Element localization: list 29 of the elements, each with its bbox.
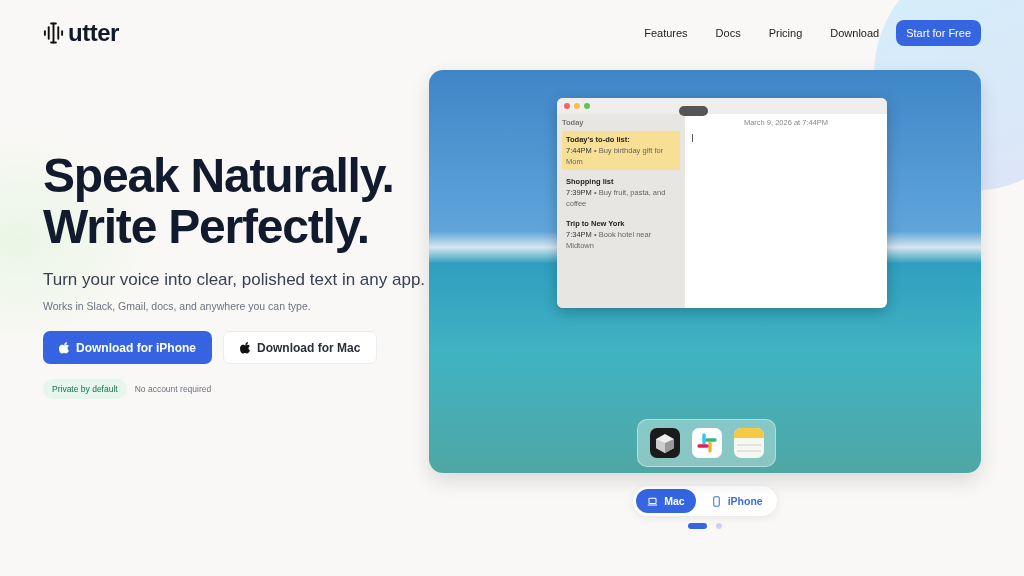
hash-app-icon[interactable] [691, 428, 722, 458]
minimize-window-icon[interactable] [574, 103, 580, 109]
zoom-window-icon[interactable] [584, 103, 590, 109]
privacy-badge: Private by default [43, 379, 127, 399]
download-button[interactable]: Download for Mac [223, 331, 378, 364]
hero-subtitle: Turn your voice into clear, polished text in any app. [43, 270, 427, 290]
start-button[interactable]: Start for Free [896, 20, 981, 46]
nav-link[interactable]: Docs [715, 27, 741, 39]
platform-tab[interactable]: Mac [636, 489, 696, 513]
carousel-dot[interactable] [716, 523, 722, 529]
hero-note: Works in Slack, Gmail, docs, and anywhere you can type. [43, 300, 312, 312]
apple-icon [240, 341, 251, 354]
text-cursor [692, 134, 693, 142]
notepad-app-icon[interactable] [733, 428, 764, 458]
badge-note: No account required [134, 384, 212, 394]
nav-link[interactable]: Pricing [768, 27, 803, 39]
cube-app-icon[interactable] [649, 428, 680, 458]
close-window-icon[interactable] [564, 103, 570, 109]
download-button[interactable]: Download for iPhone [43, 331, 212, 364]
platform-tab[interactable]: iPhone [699, 489, 774, 513]
phone-icon [710, 495, 722, 507]
apple-icon [59, 341, 70, 354]
brand-name: utter [68, 19, 119, 47]
hero-title: Speak Naturally. Write Perfectly. [43, 150, 395, 252]
laptop-icon [647, 495, 659, 507]
notch-pill [679, 106, 708, 116]
waveform-logo-icon [43, 21, 64, 45]
nav-link[interactable]: Download [830, 27, 880, 39]
nav-link[interactable]: Features [644, 27, 688, 39]
